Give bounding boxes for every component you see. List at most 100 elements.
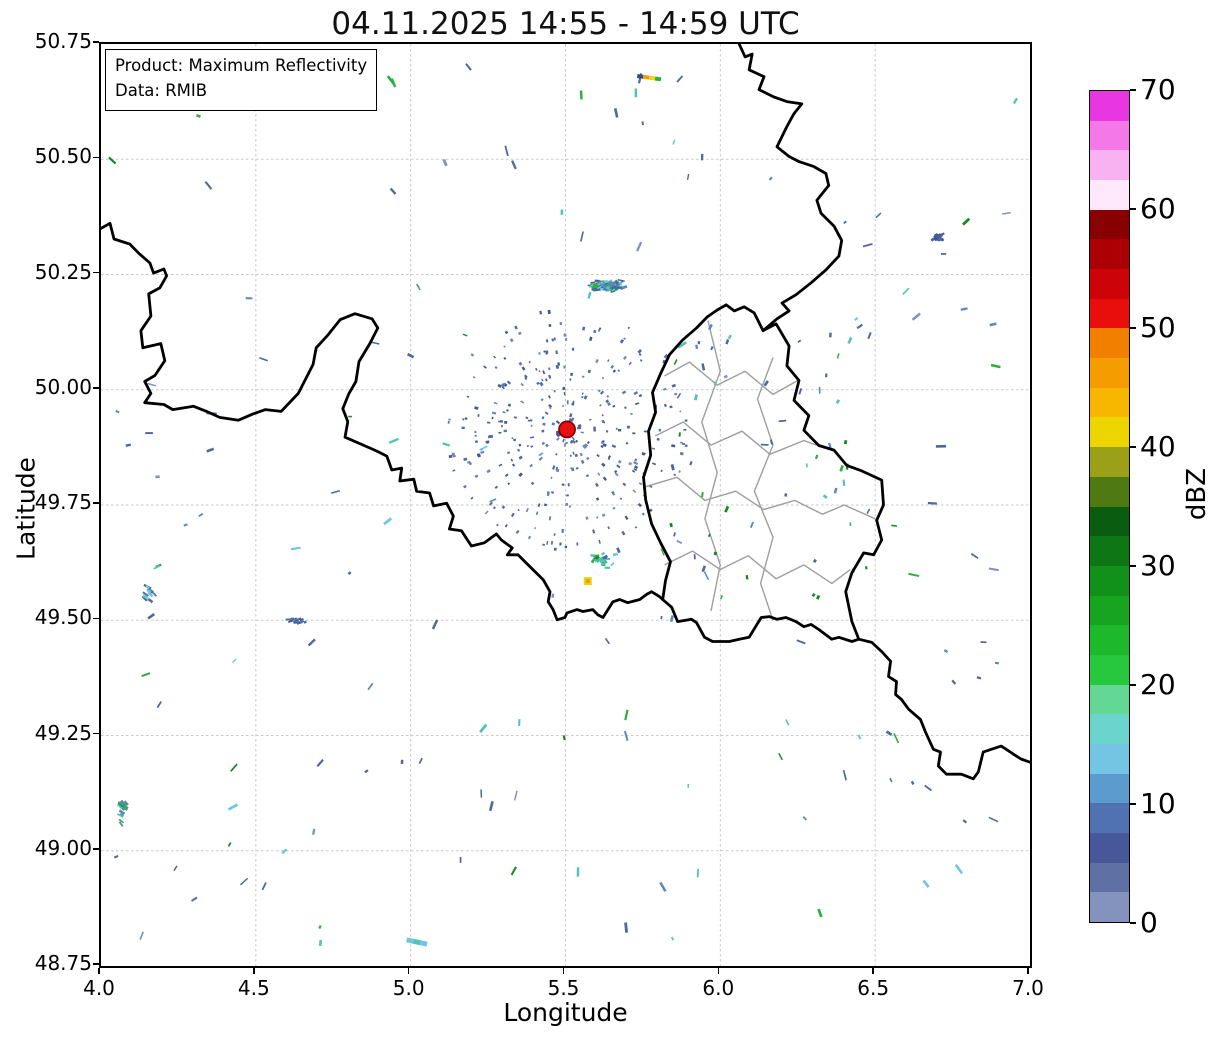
y-tick-mark [93, 41, 99, 43]
echo-mark [988, 567, 999, 572]
echo-mark [603, 421, 606, 424]
echo-mark [579, 452, 583, 457]
echo-mark [540, 398, 544, 402]
echo-mark [141, 672, 151, 678]
echo-mark [561, 483, 565, 486]
echo-mark [713, 381, 716, 386]
echo-mark [535, 367, 538, 371]
echo-mark [539, 381, 544, 387]
echo-mark [833, 487, 838, 494]
radar-site-marker [558, 420, 576, 439]
echo-mark [261, 882, 267, 891]
echo-mark [506, 380, 512, 385]
echo-mark [651, 447, 656, 450]
y-tick-label: 50.25 [34, 259, 92, 284]
echo-mark [684, 444, 688, 448]
echo-mark [474, 430, 477, 434]
echo-mark [538, 352, 541, 355]
colorbar-segment [1090, 713, 1129, 744]
echo-mark [239, 877, 249, 886]
echo-mark [543, 503, 548, 507]
echo-mark [679, 410, 682, 413]
y-tick-label: 50.00 [34, 374, 92, 399]
echo-mark [988, 816, 999, 823]
echo-mark [569, 454, 572, 457]
x-tick-mark [717, 968, 720, 974]
echo-mark [108, 156, 117, 165]
x-tick-mark [872, 968, 874, 974]
echo-mark [550, 476, 553, 479]
echo-mark [604, 566, 611, 569]
echo-mark [514, 325, 518, 330]
echo-mark [659, 881, 667, 892]
x-tick-label: 6.0 [702, 976, 735, 1000]
echo-mark [652, 462, 657, 466]
echo-mark [548, 516, 552, 521]
echo-mark [555, 350, 558, 355]
echo-mark [466, 395, 470, 398]
echo-mark [599, 390, 605, 395]
echo-mark [555, 364, 560, 369]
echo-mark [864, 566, 868, 570]
echo-mark [318, 939, 323, 947]
echo-mark [891, 524, 898, 527]
echo-mark [857, 734, 862, 740]
echo-mark [509, 338, 514, 343]
colorbar [1089, 90, 1130, 923]
colorbar-tick-mark [1130, 803, 1136, 805]
echo-mark [678, 432, 681, 437]
echo-mark [545, 378, 548, 382]
echo-mark [927, 501, 937, 505]
echo-mark [785, 719, 790, 726]
echo-mark [503, 429, 507, 433]
echo-mark [805, 463, 808, 468]
echo-mark [493, 355, 497, 359]
echo-mark [488, 801, 494, 812]
echo-mark [607, 359, 610, 362]
echo-mark [494, 485, 499, 489]
echo-mark [817, 908, 823, 918]
echo-mark [139, 931, 144, 941]
echo-mark [829, 332, 832, 338]
echo-mark [562, 386, 566, 390]
echo-mark [637, 349, 643, 354]
echo-mark [529, 463, 533, 468]
echo-mark [632, 432, 636, 435]
echo-mark [559, 321, 563, 325]
colorbar-tick-mark [1130, 922, 1136, 924]
echo-mark [854, 317, 859, 321]
echo-mark [510, 458, 514, 462]
echo-mark [670, 464, 675, 471]
echo-mark [641, 512, 645, 516]
echo-mark [570, 372, 573, 376]
echo-mark [893, 733, 900, 744]
echo-mark [593, 426, 596, 430]
echo-mark [577, 426, 582, 430]
echo-mark [442, 442, 450, 447]
echo-mark [545, 443, 549, 448]
echo-mark [583, 395, 588, 400]
echo-mark [700, 491, 704, 498]
radar-map [101, 44, 1030, 966]
echo-mark [507, 403, 512, 407]
colorbar-segment [1090, 506, 1129, 537]
colorbar-segment [1090, 684, 1129, 715]
echo-mark [622, 482, 627, 487]
echo-mark [601, 551, 606, 556]
echo-mark [464, 417, 468, 420]
echo-mark [507, 482, 511, 486]
echo-mark [671, 444, 676, 448]
echo-mark [518, 472, 523, 478]
echo-mark [581, 392, 584, 395]
echo-mark [693, 394, 699, 401]
echo-mark [703, 571, 710, 581]
echo-mark [676, 75, 684, 83]
echo-mark [544, 411, 549, 416]
echo-mark [847, 336, 853, 344]
echo-mark [638, 482, 643, 486]
echo-mark [816, 594, 821, 600]
echo-mark [579, 90, 583, 100]
echo-mark [547, 367, 551, 371]
echo-mark [778, 419, 787, 423]
colorbar-segment [1090, 328, 1129, 359]
